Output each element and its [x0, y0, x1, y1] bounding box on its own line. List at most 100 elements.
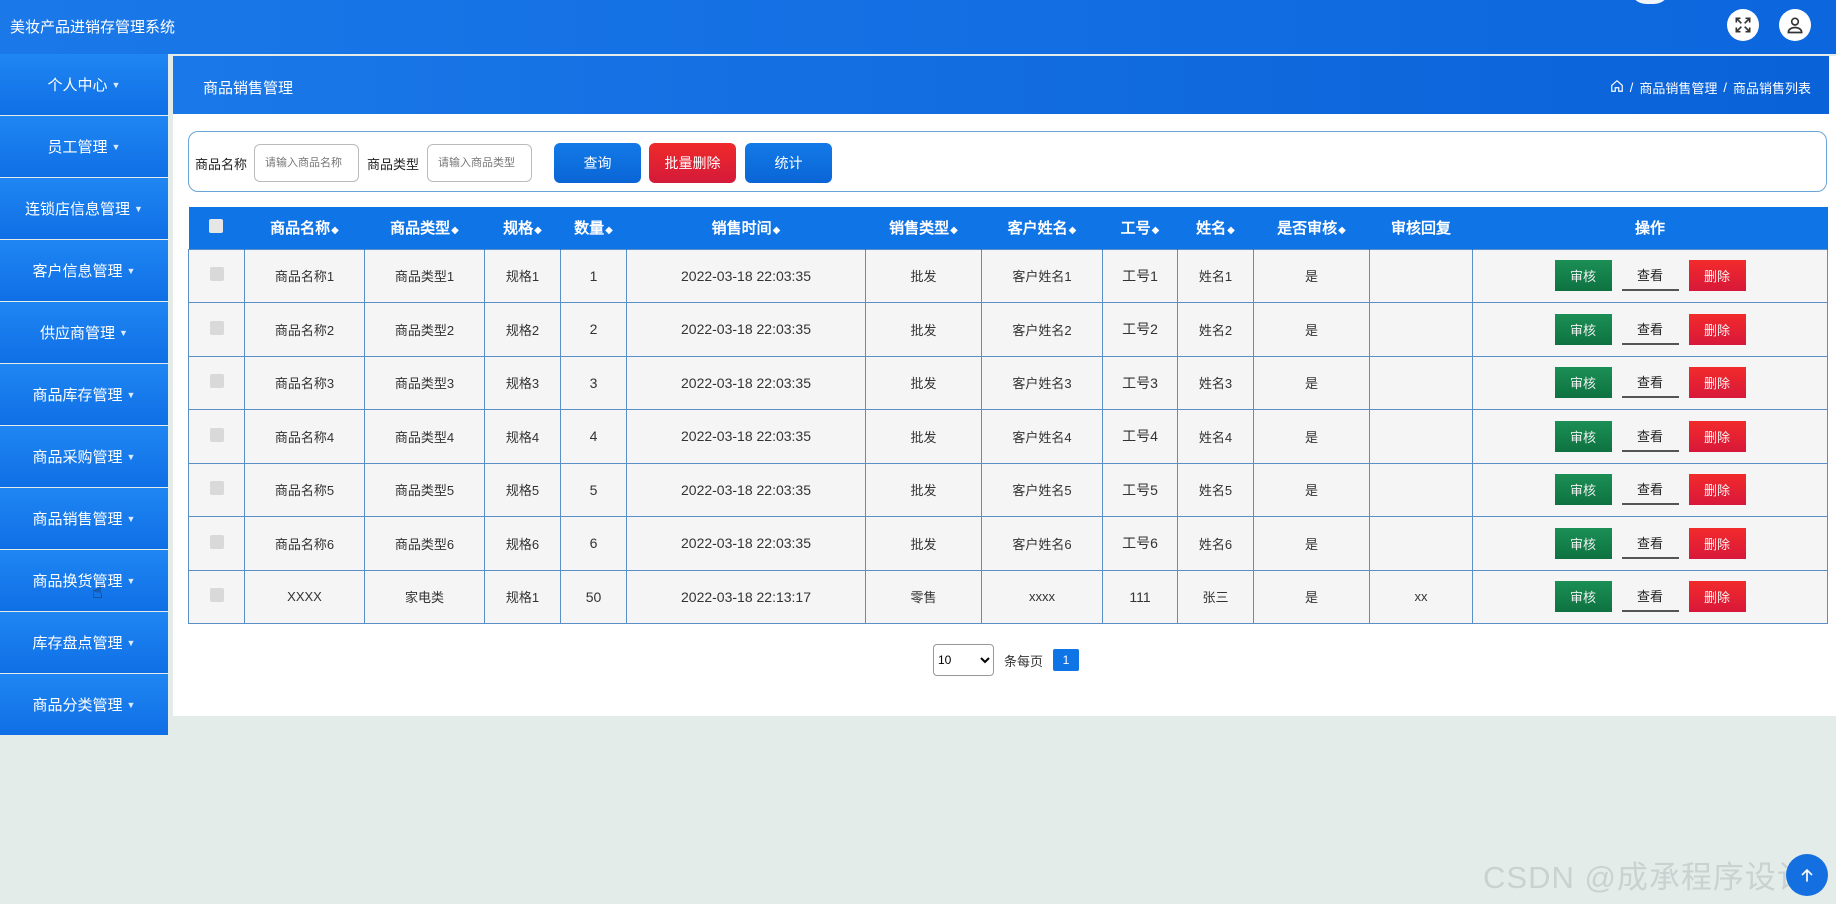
sidebar-item[interactable]: 连锁店信息管理 ▼: [0, 178, 168, 239]
view-button[interactable]: 查看: [1621, 367, 1679, 399]
sidebar-item[interactable]: 供应商管理 ▼: [0, 302, 168, 363]
view-button[interactable]: 查看: [1621, 527, 1679, 559]
sort-icon[interactable]: ◆: [605, 225, 613, 236]
float-help-button[interactable]: [1786, 854, 1828, 896]
audit-button[interactable]: 审核: [1554, 420, 1612, 452]
column-header[interactable]: 客户姓名◆: [981, 207, 1103, 249]
product-name-input[interactable]: [254, 144, 359, 182]
delete-button[interactable]: 删除: [1688, 313, 1746, 345]
select-all-header[interactable]: [188, 207, 245, 249]
delete-button[interactable]: 删除: [1688, 474, 1746, 506]
sort-icon[interactable]: ◆: [451, 225, 459, 236]
view-button[interactable]: 查看: [1621, 313, 1679, 345]
view-button[interactable]: 查看: [1621, 420, 1679, 452]
column-header[interactable]: 姓名◆: [1177, 207, 1254, 249]
table-cell: [1369, 355, 1473, 410]
column-header[interactable]: 数量◆: [560, 207, 627, 249]
sidebar-item-label: 员工管理: [47, 139, 108, 156]
audit-button[interactable]: 审核: [1554, 581, 1612, 613]
table-cell: 规格4: [484, 409, 561, 464]
sidebar-item[interactable]: 员工管理 ▼: [0, 116, 168, 177]
sidebar-item[interactable]: 库存盘点管理 ▼: [0, 612, 168, 673]
delete-button[interactable]: 删除: [1688, 527, 1746, 559]
watermark: CSDN @成承程序设计: [1483, 860, 1809, 895]
column-header[interactable]: 商品类型◆: [364, 207, 485, 249]
row-checkbox[interactable]: [209, 588, 224, 603]
chevron-down-icon: ▼: [119, 327, 128, 338]
sidebar-item[interactable]: 商品销售管理 ▼: [0, 488, 168, 549]
row-checkbox[interactable]: [209, 481, 224, 496]
sidebar-item-label: 商品库存管理: [32, 387, 123, 404]
stats-button[interactable]: 统计: [745, 143, 832, 183]
sidebar-item[interactable]: 个人中心 ▼: [0, 54, 168, 115]
view-button[interactable]: 查看: [1621, 260, 1679, 292]
select-all-checkbox[interactable]: [209, 218, 224, 233]
table-cell: 客户姓名4: [981, 409, 1103, 464]
audit-button[interactable]: 审核: [1554, 367, 1612, 399]
sidebar-item[interactable]: 商品库存管理 ▼: [0, 364, 168, 425]
table-cell: 工号5: [1102, 462, 1178, 517]
sort-icon[interactable]: ◆: [331, 225, 339, 236]
table-cell: 111: [1102, 569, 1178, 624]
column-header[interactable]: 规格◆: [484, 207, 561, 249]
sort-icon[interactable]: ◆: [1152, 225, 1160, 236]
audit-button[interactable]: 审核: [1554, 260, 1612, 292]
sidebar-item[interactable]: 商品分类管理 ▼: [0, 674, 168, 735]
sort-icon[interactable]: ◆: [950, 225, 958, 236]
table-cell: [1369, 248, 1473, 303]
audit-button[interactable]: 审核: [1554, 313, 1612, 345]
delete-button[interactable]: 删除: [1688, 367, 1746, 399]
column-header[interactable]: 销售类型◆: [865, 207, 982, 249]
row-checkbox[interactable]: [209, 534, 224, 549]
sidebar-item[interactable]: 商品采购管理 ▼: [0, 426, 168, 487]
home-icon[interactable]: [1610, 79, 1624, 96]
row-checkbox[interactable]: [209, 374, 224, 389]
audit-button[interactable]: 审核: [1554, 474, 1612, 506]
sidebar-item[interactable]: 客户信息管理 ▼: [0, 240, 168, 301]
row-checkbox[interactable]: [209, 267, 224, 282]
table-header-row: 商品名称◆ 商品类型◆ 规格◆ 数量◆ 销售时间◆ 销售类型◆ 客户姓名◆ 工号◆ 姓名◆ 是否审…: [188, 207, 1828, 249]
sort-icon[interactable]: ◆: [1227, 225, 1235, 236]
sidebar-item[interactable]: 商品换货管理 ▼ ☝: [0, 550, 168, 611]
query-button[interactable]: 查询: [554, 143, 641, 183]
column-header[interactable]: 工号◆: [1102, 207, 1178, 249]
table-row: 商品名称6 商品类型6 规格6 6 2022-03-18 22:03:35 批发 客户姓名6…: [188, 516, 1828, 571]
table-row: 商品名称1 商品类型1 规格1 1 2022-03-18 22:03:35 批发 客户姓名1…: [188, 248, 1828, 303]
table-row: 商品名称2 商品类型2 规格2 2 2022-03-18 22:03:35 批发 客户姓名2…: [188, 302, 1828, 357]
sort-icon[interactable]: ◆: [773, 225, 781, 236]
delete-button[interactable]: 删除: [1688, 581, 1746, 613]
view-button[interactable]: 查看: [1621, 581, 1679, 613]
chevron-down-icon: ▼: [134, 203, 143, 214]
table-row: 商品名称4 商品类型4 规格4 4 2022-03-18 22:03:35 批发 客户姓名4…: [188, 409, 1828, 464]
table-cell: 3: [560, 355, 627, 410]
sales-table-container: 商品名称◆ 商品类型◆ 规格◆ 数量◆ 销售时间◆ 销售类型◆ 客户姓名◆ 工号◆ 姓名◆ 是否审…: [188, 207, 1828, 624]
page-size-select[interactable]: 10: [933, 644, 994, 676]
table-cell: 商品名称1: [244, 248, 365, 303]
actions-cell: 审核 查看 删除: [1472, 516, 1828, 571]
page-1-button[interactable]: 1: [1053, 649, 1080, 671]
row-checkbox[interactable]: [209, 427, 224, 442]
audit-button[interactable]: 审核: [1554, 527, 1612, 559]
delete-button[interactable]: 删除: [1688, 420, 1746, 452]
sort-icon[interactable]: ◆: [1338, 225, 1346, 236]
row-checkbox[interactable]: [209, 320, 224, 335]
column-header[interactable]: 商品名称◆: [244, 207, 365, 249]
column-header-label: 审核回复: [1390, 220, 1451, 238]
delete-button[interactable]: 删除: [1688, 260, 1746, 292]
chevron-down-icon: ▼: [126, 575, 136, 586]
breadcrumb-level1[interactable]: 商品销售管理: [1639, 78, 1717, 97]
sort-icon[interactable]: ◆: [534, 225, 542, 236]
batch-delete-button[interactable]: 批量删除: [649, 143, 736, 183]
product-type-input[interactable]: [427, 144, 532, 182]
fullscreen-icon[interactable]: [1727, 9, 1759, 41]
user-icon[interactable]: [1779, 9, 1811, 41]
column-header[interactable]: 销售时间◆: [626, 207, 866, 249]
table-cell: 是: [1253, 302, 1370, 357]
table-cell: xxxx: [981, 569, 1103, 624]
sort-icon[interactable]: ◆: [1069, 225, 1077, 236]
table-cell: 是: [1253, 248, 1370, 303]
chevron-down-icon: ▼: [126, 513, 136, 524]
sidebar-item-label: 客户信息管理: [32, 263, 123, 280]
view-button[interactable]: 查看: [1621, 474, 1679, 506]
column-header[interactable]: 是否审核◆: [1253, 207, 1370, 249]
